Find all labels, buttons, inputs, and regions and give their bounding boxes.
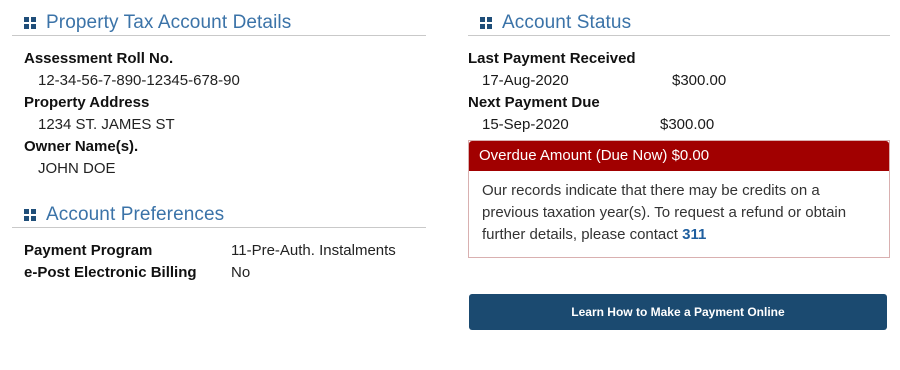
payment-program-label: Payment Program [24,242,153,259]
assessment-roll-value: 12-34-56-7-890-12345-678-90 [38,72,240,89]
overdue-message-text: Our records indicate that there may be c… [482,182,847,243]
account-preferences-header: Account Preferences [12,202,426,228]
next-payment-amount: $300.00 [660,116,715,133]
account-status-block: Last Payment Received 17-Aug-2020 $300.0… [468,48,890,136]
next-payment-label: Next Payment Due [468,94,600,111]
last-payment-date: 17-Aug-2020 [482,72,569,89]
account-status-title: Account Status [502,11,632,33]
right-column: Account Status Last Payment Received 17-… [468,10,890,258]
epost-billing-label: e-Post Electronic Billing [24,264,197,281]
overdue-message: Our records indicate that there may be c… [469,171,889,257]
next-payment-date: 15-Sep-2020 [482,116,569,133]
property-address-label: Property Address [24,94,150,111]
learn-payment-online-button[interactable]: Learn How to Make a Payment Online [469,294,887,330]
last-payment-row: 17-Aug-2020 $300.00 [468,70,890,92]
account-preferences-section: Account Preferences Payment Program 11-P… [12,202,426,284]
next-payment-row: 15-Sep-2020 $300.00 [468,114,890,136]
property-details-header: Property Tax Account Details [12,10,426,36]
epost-billing-value: No [231,264,251,281]
property-details-title: Property Tax Account Details [46,11,292,33]
owner-name-value: JOHN DOE [38,160,116,177]
grid-icon [24,208,36,221]
overdue-alert-card: Overdue Amount (Due Now) $0.00 Our recor… [468,140,890,258]
payment-program-value: 11-Pre-Auth. Instalments [231,242,396,259]
overdue-amount-header: Overdue Amount (Due Now) $0.00 [469,141,889,171]
owner-name-label: Owner Name(s). [24,138,139,155]
left-column: Property Tax Account Details Assessment … [12,10,426,284]
account-preferences-title: Account Preferences [46,203,225,225]
grid-icon [24,16,36,29]
account-status-header: Account Status [468,10,890,36]
grid-icon [480,16,492,29]
preference-row: Payment Program 11-Pre-Auth. Instalments [12,240,426,262]
assessment-roll-label: Assessment Roll No. [24,50,174,67]
property-details-block: Assessment Roll No. 12-34-56-7-890-12345… [12,48,426,180]
preference-row: e-Post Electronic Billing No [12,262,426,284]
contact-311-link[interactable]: 311 [682,226,706,243]
property-address-value: 1234 ST. JAMES ST [38,116,175,133]
last-payment-label: Last Payment Received [468,50,636,67]
last-payment-amount: $300.00 [672,72,727,89]
